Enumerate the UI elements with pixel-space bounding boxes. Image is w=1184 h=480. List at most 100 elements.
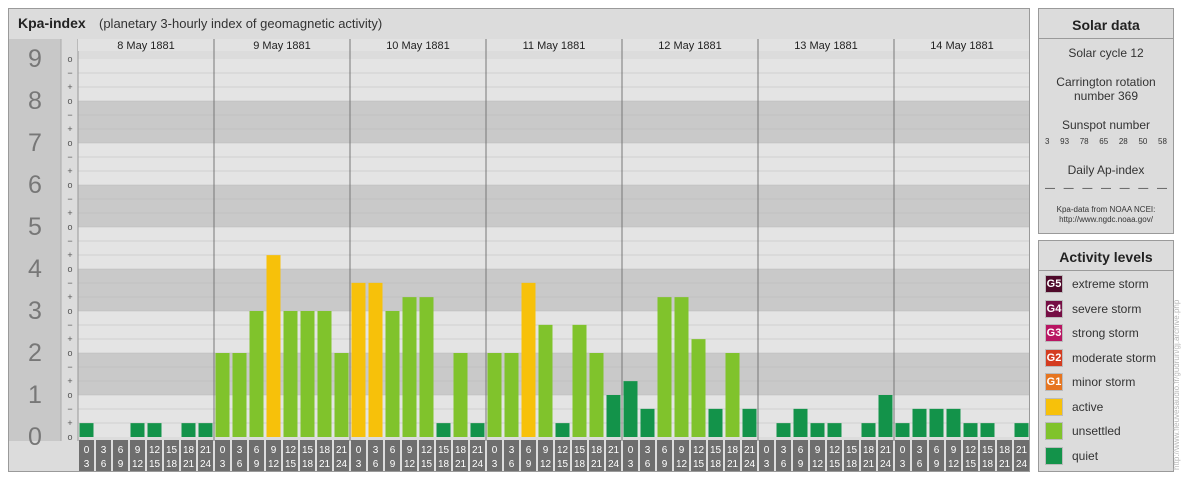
carrington-rotation-number: number 369: [1073, 89, 1139, 103]
kp-bar: [470, 423, 485, 437]
interval-start-label: 6: [798, 445, 804, 456]
watermark-url: http://www.fleuvesaudio.fr/gudrun/gj.arc…: [1172, 299, 1181, 470]
kp-bar: [827, 423, 842, 437]
level-swatch: G1: [1045, 373, 1063, 391]
interval-start-label: 9: [135, 445, 141, 456]
interval-start-label: 6: [662, 445, 668, 456]
kp-bar: [419, 297, 434, 437]
interval-start-label: 18: [319, 445, 331, 456]
interval-end-label: 6: [917, 459, 923, 470]
interval-end-label: 12: [132, 459, 144, 470]
interval-end-label: 3: [356, 459, 362, 470]
interval-start-label: 0: [356, 445, 362, 456]
interval-end-label: 24: [608, 459, 620, 470]
sunspot-value: 58: [1158, 137, 1167, 146]
interval-end-label: 3: [220, 459, 226, 470]
y-minor-mark: o: [67, 138, 72, 148]
interval-start-label: 18: [455, 445, 467, 456]
y-minor-mark: −: [67, 404, 72, 414]
solar-data-title: Solar data: [1072, 17, 1140, 33]
interval-start-label: 0: [84, 445, 90, 456]
interval-start-label: 15: [302, 445, 314, 456]
level-swatch: G4: [1045, 299, 1063, 318]
interval-start-label: 0: [900, 445, 906, 456]
interval-end-label: 24: [1016, 459, 1028, 470]
interval-start-label: 21: [1016, 445, 1028, 456]
y-minor-mark: +: [67, 376, 72, 386]
level-label: quiet: [1072, 448, 1099, 463]
kp-bar: [79, 423, 94, 437]
kp-bar: [147, 423, 162, 437]
interval-start-label: 3: [101, 445, 107, 456]
ap-index-values: — — — — — — —: [1045, 183, 1167, 194]
activity-level-item: G1 minor storm: [1045, 371, 1169, 393]
interval-start-label: 0: [492, 445, 498, 456]
y-minor-mark: −: [67, 236, 72, 246]
activity-level-item: quiet: [1045, 445, 1169, 467]
interval-start-label: 18: [727, 445, 739, 456]
solar-cycle: Solar cycle 12: [1068, 46, 1144, 60]
activity-level-item: G5 extreme storm: [1045, 273, 1169, 295]
sunspot-value: 78: [1079, 137, 1089, 146]
interval-end-label: 24: [472, 459, 484, 470]
kp-bar: [640, 408, 655, 437]
plot-band: [78, 227, 1029, 269]
source-label: Kpa-data from NOAA NCEI:: [1056, 205, 1156, 214]
level-swatch: G5: [1045, 275, 1063, 293]
day-label: 12 May 1881: [658, 40, 722, 52]
kp-bar: [521, 282, 536, 437]
interval-end-label: 18: [166, 459, 178, 470]
interval-start-label: 21: [744, 445, 756, 456]
interval-start-label: 18: [863, 445, 875, 456]
kp-bar: [708, 408, 723, 437]
interval-start-label: 9: [951, 445, 957, 456]
activity-level-item: active: [1045, 396, 1169, 418]
kp-bar: [912, 408, 927, 437]
day-label: 11 May 1881: [523, 40, 586, 52]
kp-bar: [130, 423, 145, 437]
source-link[interactable]: http://www.ngdc.noaa.gov/: [1039, 215, 1173, 225]
y-minor-mark: +: [67, 334, 72, 344]
y-minor-mark: o: [67, 348, 72, 358]
interval-start-label: 15: [982, 445, 994, 456]
interval-start-label: 12: [693, 445, 705, 456]
plot-band: [78, 269, 1029, 311]
interval-start-label: 12: [285, 445, 297, 456]
y-tick-label: 5: [28, 213, 42, 241]
kp-bar: [300, 311, 315, 437]
interval-end-label: 18: [846, 459, 858, 470]
y-minor-mark: −: [67, 110, 72, 120]
level-label: extreme storm: [1072, 277, 1149, 291]
interval-end-label: 15: [965, 459, 977, 470]
kp-bar: [215, 353, 230, 437]
day-label: 14 May 1881: [930, 40, 994, 52]
interval-start-label: 6: [526, 445, 532, 456]
kp-bar: [946, 408, 961, 437]
interval-end-label: 6: [781, 459, 787, 470]
y-minor-mark: −: [67, 152, 72, 162]
level-swatch: [1045, 422, 1063, 440]
kp-bar: [572, 324, 587, 437]
kp-bar: [895, 423, 910, 437]
y-tick-label: 3: [28, 297, 42, 325]
interval-start-label: 21: [200, 445, 212, 456]
interval-start-label: 3: [917, 445, 923, 456]
interval-start-label: 9: [407, 445, 413, 456]
kp-bar: [606, 395, 621, 437]
interval-end-label: 9: [798, 459, 804, 470]
interval-end-label: 24: [744, 459, 756, 470]
level-swatch: G2: [1045, 348, 1063, 367]
sunspot-value: 28: [1118, 137, 1128, 146]
activity-levels-panel: Activity levels G5 extreme storm G4 severe …: [1038, 240, 1174, 472]
interval-start-label: 6: [118, 445, 124, 456]
interval-start-label: 18: [591, 445, 603, 456]
sunspot-title: Sunspot number: [1061, 118, 1151, 132]
level-label: strong storm: [1072, 326, 1139, 340]
kp-bar: [674, 297, 689, 437]
kp-bar: [980, 423, 995, 437]
interval-end-label: 9: [254, 459, 260, 470]
interval-start-label: 12: [421, 445, 433, 456]
interval-end-label: 9: [662, 459, 668, 470]
interval-start-label: 9: [543, 445, 549, 456]
activity-level-item: unsettled: [1045, 420, 1169, 442]
